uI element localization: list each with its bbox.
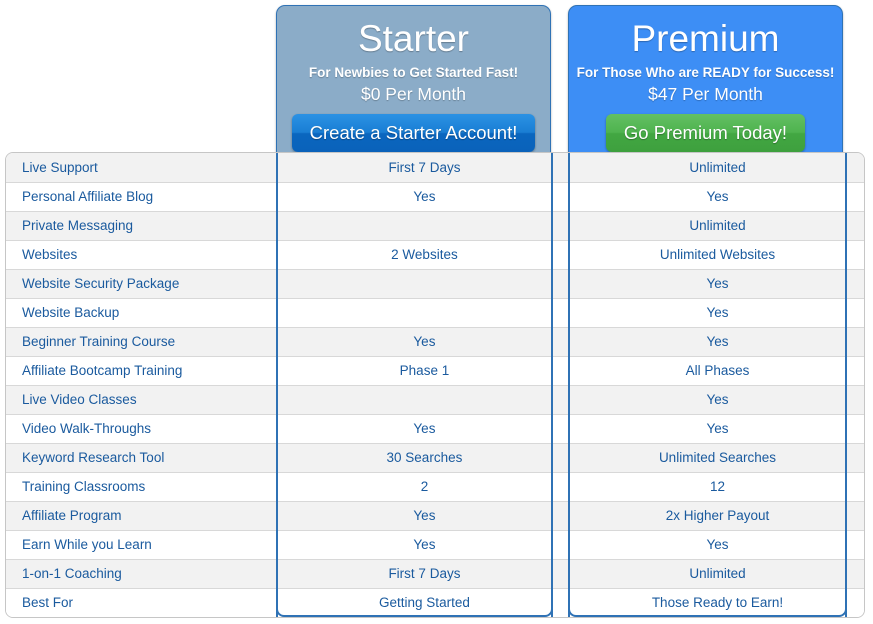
table-row: Website Backup Yes	[6, 298, 864, 328]
table-row: 1-on-1 Coaching First 7 Days Unlimited	[6, 559, 864, 589]
feature-label: Website Backup	[6, 298, 278, 328]
starter-value: Yes	[277, 501, 571, 531]
feature-label: Affiliate Bootcamp Training	[6, 356, 278, 386]
premium-value: Unlimited	[570, 559, 864, 589]
starter-value	[277, 298, 571, 328]
starter-value: Phase 1	[277, 356, 571, 386]
premium-value: 12	[570, 472, 864, 502]
create-starter-account-button[interactable]: Create a Starter Account!	[291, 114, 536, 152]
plan-price-premium: $47 Per Month	[648, 84, 763, 104]
feature-label: Websites	[6, 240, 278, 270]
table-row: Beginner Training Course Yes Yes	[6, 327, 864, 357]
plan-tagline-starter: For Newbies to Get Started Fast!	[308, 65, 519, 80]
feature-label: Video Walk-Throughs	[6, 414, 278, 444]
starter-value	[277, 385, 571, 415]
premium-value: Yes	[570, 269, 864, 299]
feature-label: Beginner Training Course	[6, 327, 278, 357]
premium-value: All Phases	[570, 356, 864, 386]
feature-label: Earn While you Learn	[6, 530, 278, 560]
starter-value	[277, 269, 571, 299]
starter-value: Yes	[277, 327, 571, 357]
feature-comparison-table: Live Support First 7 Days Unlimited Persona…	[5, 152, 865, 618]
feature-label: Live Support	[6, 153, 278, 183]
feature-label: Private Messaging	[6, 211, 278, 241]
feature-label: Training Classrooms	[6, 472, 278, 502]
feature-label: Keyword Research Tool	[6, 443, 278, 473]
table-row: Website Security Package Yes	[6, 269, 864, 299]
plan-header-premium: Premium For Those Who are READY for Succ…	[568, 5, 843, 153]
premium-value: Yes	[570, 182, 864, 212]
starter-value: Yes	[277, 530, 571, 560]
starter-value: Yes	[277, 182, 571, 212]
comparison-grid: Live Support First 7 Days Unlimited Persona…	[6, 153, 864, 617]
plan-name-premium: Premium	[631, 18, 780, 59]
starter-value: 2	[277, 472, 571, 502]
starter-value: 30 Searches	[277, 443, 571, 473]
table-row: Earn While you Learn Yes Yes	[6, 530, 864, 560]
premium-value: Yes	[570, 298, 864, 328]
starter-value: 2 Websites	[277, 240, 571, 270]
feature-label: Website Security Package	[6, 269, 278, 299]
table-row: Private Messaging Unlimited	[6, 211, 864, 241]
table-row: Affiliate Program Yes 2x Higher Payout	[6, 501, 864, 531]
starter-value: First 7 Days	[277, 153, 571, 183]
premium-value: Yes	[570, 385, 864, 415]
premium-value: Unlimited	[570, 153, 864, 183]
table-row: Personal Affiliate Blog Yes Yes	[6, 182, 864, 212]
table-row: Live Video Classes Yes	[6, 385, 864, 415]
premium-value: Yes	[570, 327, 864, 357]
premium-value: Unlimited Searches	[570, 443, 864, 473]
plan-tagline-premium: For Those Who are READY for Success!	[576, 65, 835, 80]
table-row: Keyword Research Tool 30 Searches Unlimite…	[6, 443, 864, 473]
go-premium-today-button[interactable]: Go Premium Today!	[605, 114, 806, 152]
table-row: Training Classrooms 2 12	[6, 472, 864, 502]
comparison-grid-body: Live Support First 7 Days Unlimited Persona…	[6, 153, 864, 617]
premium-value: Unlimited Websites	[570, 240, 864, 270]
starter-value: First 7 Days	[277, 559, 571, 589]
feature-label: Live Video Classes	[6, 385, 278, 415]
table-row: Best For Getting Started Those Ready to Ea…	[6, 588, 864, 617]
premium-value: 2x Higher Payout	[570, 501, 864, 531]
starter-value	[277, 211, 571, 241]
plan-price-starter: $0 Per Month	[360, 84, 467, 104]
plan-header-starter: Starter For Newbies to Get Started Fast!…	[276, 5, 551, 153]
feature-label: Personal Affiliate Blog	[6, 182, 278, 212]
feature-label: Affiliate Program	[6, 501, 278, 531]
table-row: Video Walk-Throughs Yes Yes	[6, 414, 864, 444]
feature-label: 1-on-1 Coaching	[6, 559, 278, 589]
table-row: Affiliate Bootcamp Training Phase 1 All Ph…	[6, 356, 864, 386]
premium-value: Those Ready to Earn!	[570, 588, 864, 617]
starter-value: Yes	[277, 414, 571, 444]
table-row: Live Support First 7 Days Unlimited	[6, 153, 864, 183]
premium-value: Yes	[570, 414, 864, 444]
starter-value: Getting Started	[277, 588, 571, 617]
premium-value: Unlimited	[570, 211, 864, 241]
premium-value: Yes	[570, 530, 864, 560]
feature-label: Best For	[6, 588, 278, 617]
plan-name-starter: Starter	[357, 18, 470, 59]
table-row: Websites 2 Websites Unlimited Websites	[6, 240, 864, 270]
